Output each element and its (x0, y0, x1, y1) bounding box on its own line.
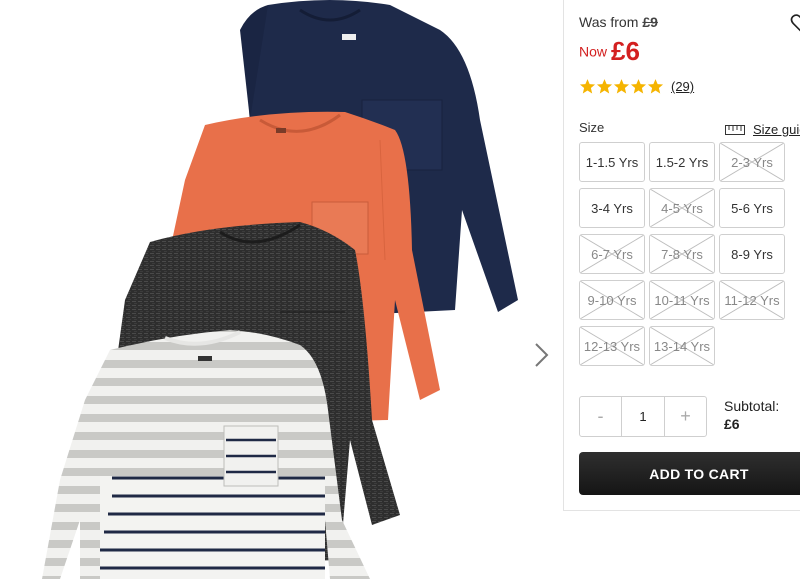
size-option-label: 4-5 Yrs (661, 200, 703, 216)
rating: (29) (579, 78, 694, 95)
heart-icon[interactable] (790, 12, 800, 34)
size-option-label: 1.5-2 Yrs (655, 154, 709, 170)
size-option[interactable]: 11-12 Yrs (719, 280, 785, 320)
ruler-icon (725, 124, 745, 135)
size-option[interactable]: 13-14 Yrs (649, 326, 715, 366)
quantity-input[interactable] (621, 397, 665, 436)
was-price: Was from £9 (579, 14, 658, 30)
was-price-label: Was from (579, 14, 639, 30)
now-price: Now £6 (579, 36, 640, 67)
size-option-label: 13-14 Yrs (653, 338, 711, 354)
size-guide-label: Size guide (753, 122, 800, 137)
subtotal-value: £6 (724, 416, 740, 432)
add-to-cart-button[interactable]: ADD TO CART (579, 452, 800, 495)
size-option[interactable]: 2-3 Yrs (719, 142, 785, 182)
size-option[interactable]: 3-4 Yrs (579, 188, 645, 228)
size-option-label: 2-3 Yrs (731, 154, 773, 170)
size-option-label: 6-7 Yrs (591, 246, 633, 262)
quantity-decrease-button[interactable]: - (580, 397, 621, 436)
size-option-label: 1-1.5 Yrs (585, 154, 639, 170)
size-label: Size (579, 120, 605, 135)
subtotal-label: Subtotal: (724, 398, 780, 414)
size-option[interactable]: 5-6 Yrs (719, 188, 785, 228)
size-option[interactable]: 4-5 Yrs (649, 188, 715, 228)
review-count-link[interactable]: (29) (671, 79, 694, 94)
size-option[interactable]: 1-1.5 Yrs (579, 142, 645, 182)
size-option-label: 12-13 Yrs (583, 338, 641, 354)
size-option-label: 3-4 Yrs (591, 200, 633, 216)
size-option[interactable]: 6-7 Yrs (579, 234, 645, 274)
size-option[interactable]: 8-9 Yrs (719, 234, 785, 274)
size-option[interactable]: 9-10 Yrs (579, 280, 645, 320)
subtotal: Subtotal: £6 (724, 398, 779, 432)
now-price-label: Now (579, 43, 608, 60)
size-option-label: 11-12 Yrs (724, 292, 780, 308)
size-option[interactable]: 12-13 Yrs (579, 326, 645, 366)
star-icon (647, 79, 664, 94)
size-option-label: 7-8 Yrs (661, 246, 703, 262)
quantity-stepper: - + (579, 396, 707, 437)
size-option-label: 8-9 Yrs (731, 246, 773, 262)
star-icon (613, 79, 630, 94)
size-option-label: 5-6 Yrs (731, 200, 773, 216)
size-option[interactable]: 10-11 Yrs (649, 280, 715, 320)
star-icon (596, 79, 613, 94)
now-price-value: £6 (611, 36, 640, 66)
product-page: Was from£9 Now£6 (29) Size Size guide 1-… (0, 0, 800, 579)
size-option-label: 9-10 Yrs (587, 292, 637, 308)
star-rating (579, 78, 664, 95)
was-price-value: £9 (642, 14, 658, 30)
star-icon (579, 79, 596, 94)
size-option[interactable]: 1.5-2 Yrs (649, 142, 715, 182)
size-option[interactable]: 7-8 Yrs (649, 234, 715, 274)
size-option-label: 10-11 Yrs (654, 292, 710, 308)
size-guide-link[interactable]: Size guide (725, 122, 800, 137)
product-details-panel: Was from£9 Now£6 (29) Size Size guide 1-… (563, 0, 800, 511)
quantity-increase-button[interactable]: + (665, 397, 706, 436)
chevron-right-icon[interactable] (530, 340, 552, 370)
product-image (42, 0, 518, 579)
star-icon (630, 79, 647, 94)
